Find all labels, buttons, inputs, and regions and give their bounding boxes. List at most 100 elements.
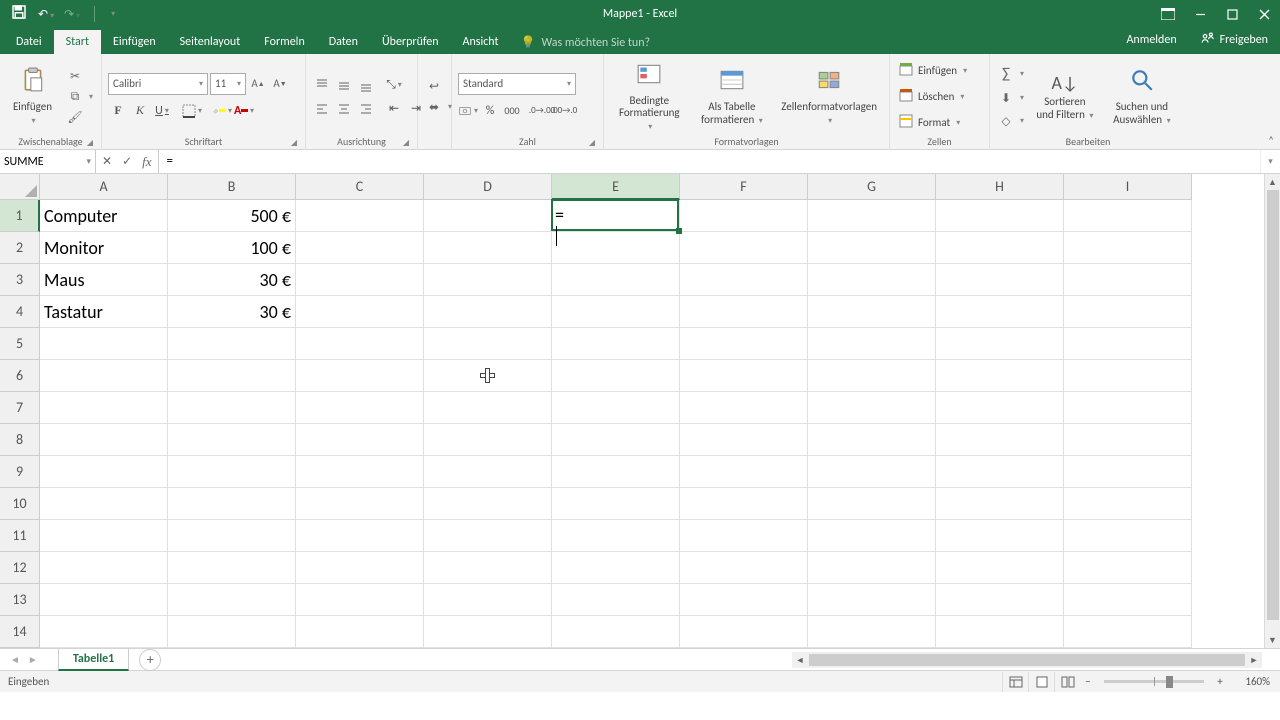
row-header-2[interactable]: 2 xyxy=(0,232,40,264)
cell-H6[interactable] xyxy=(936,360,1064,392)
cell-F11[interactable] xyxy=(680,520,808,552)
align-top-button[interactable] xyxy=(312,75,332,95)
cell-F13[interactable] xyxy=(680,584,808,616)
cell-C6[interactable] xyxy=(296,360,424,392)
number-dialog-launcher[interactable]: ◢ xyxy=(589,138,595,148)
col-header-C[interactable]: C xyxy=(296,174,424,200)
cell-B11[interactable] xyxy=(168,520,296,552)
cell-D5[interactable] xyxy=(424,328,552,360)
cell-C10[interactable] xyxy=(296,488,424,520)
cell-E5[interactable] xyxy=(552,328,680,360)
delete-cells-button[interactable]: Löschen ▾ xyxy=(896,87,969,107)
cell-A11[interactable] xyxy=(40,520,168,552)
col-header-H[interactable]: H xyxy=(936,174,1064,200)
cell-C13[interactable] xyxy=(296,584,424,616)
ribbon-display-options-icon[interactable] xyxy=(1152,0,1184,28)
cell-I8[interactable] xyxy=(1064,424,1192,456)
horizontal-scrollbar[interactable]: ◄ ► xyxy=(792,652,1262,668)
row-header-8[interactable]: 8 xyxy=(0,424,40,456)
cell-H3[interactable] xyxy=(936,264,1064,296)
cell-C7[interactable] xyxy=(296,392,424,424)
scroll-right-button[interactable]: ► xyxy=(1246,655,1262,666)
cell-G5[interactable] xyxy=(808,328,936,360)
tab-start[interactable]: Start xyxy=(54,30,101,54)
col-header-A[interactable]: A xyxy=(40,174,168,200)
cell-I6[interactable] xyxy=(1064,360,1192,392)
vertical-scrollbar[interactable]: ▲ ▼ xyxy=(1264,174,1280,648)
cell-B6[interactable] xyxy=(168,360,296,392)
cell-F4[interactable] xyxy=(680,296,808,328)
cell-D2[interactable] xyxy=(424,232,552,264)
cell-I5[interactable] xyxy=(1064,328,1192,360)
copy-button[interactable]: ⧉▾ xyxy=(65,89,95,105)
cell-I12[interactable] xyxy=(1064,552,1192,584)
font-dialog-launcher[interactable]: ◢ xyxy=(291,138,297,148)
cell-I1[interactable] xyxy=(1064,200,1192,232)
cell-C3[interactable] xyxy=(296,264,424,296)
cell-C14[interactable] xyxy=(296,616,424,648)
cell-E9[interactable] xyxy=(552,456,680,488)
vscroll-thumb[interactable] xyxy=(1267,190,1279,620)
cell-D7[interactable] xyxy=(424,392,552,424)
row-header-4[interactable]: 4 xyxy=(0,296,40,328)
cell-E13[interactable] xyxy=(552,584,680,616)
cell-G13[interactable] xyxy=(808,584,936,616)
expand-formula-bar-button[interactable]: ▾ xyxy=(1260,150,1280,173)
number-format-combo[interactable]: Standard ▾ xyxy=(458,73,576,95)
cell-B8[interactable] xyxy=(168,424,296,456)
cell-I10[interactable] xyxy=(1064,488,1192,520)
decrease-font-button[interactable]: A▼ xyxy=(270,74,290,94)
cell-F6[interactable] xyxy=(680,360,808,392)
cell-B7[interactable] xyxy=(168,392,296,424)
comma-format-button[interactable]: 000 xyxy=(502,101,522,121)
row-header-9[interactable]: 9 xyxy=(0,456,40,488)
col-header-I[interactable]: I xyxy=(1064,174,1192,200)
cell-F1[interactable] xyxy=(680,200,808,232)
cell-E2[interactable] xyxy=(552,232,680,264)
cell-B2[interactable]: 100 € xyxy=(168,232,296,264)
cell-H12[interactable] xyxy=(936,552,1064,584)
percent-format-button[interactable]: % xyxy=(480,101,500,121)
autosum-button[interactable]: ∑▾ xyxy=(996,64,1026,84)
cell-H5[interactable] xyxy=(936,328,1064,360)
italic-button[interactable]: K xyxy=(130,101,150,121)
cell-A3[interactable]: Maus xyxy=(40,264,168,296)
cell-A7[interactable] xyxy=(40,392,168,424)
cell-H1[interactable] xyxy=(936,200,1064,232)
select-all-corner[interactable] xyxy=(0,174,40,200)
font-size-combo[interactable]: 11▾ xyxy=(210,73,246,95)
cell-D8[interactable] xyxy=(424,424,552,456)
cell-E10[interactable] xyxy=(552,488,680,520)
cut-button[interactable]: ✂ xyxy=(65,68,95,85)
cell-D4[interactable] xyxy=(424,296,552,328)
clear-button[interactable]: ◇▾ xyxy=(996,113,1026,130)
row-header-12[interactable]: 12 xyxy=(0,552,40,584)
increase-decimal-button[interactable]: .0→.00 xyxy=(532,101,552,121)
col-header-F[interactable]: F xyxy=(680,174,808,200)
close-button[interactable] xyxy=(1248,0,1280,28)
tab-review[interactable]: Überprüfen xyxy=(370,30,451,54)
add-sheet-button[interactable]: + xyxy=(139,649,161,671)
cell-E7[interactable] xyxy=(552,392,680,424)
row-header-5[interactable]: 5 xyxy=(0,328,40,360)
cell-F3[interactable] xyxy=(680,264,808,296)
zoom-in-button[interactable]: + xyxy=(1212,675,1228,688)
accounting-format-button[interactable]: ▾ xyxy=(458,101,478,121)
align-center-button[interactable] xyxy=(334,99,354,119)
borders-button[interactable]: ▾ xyxy=(182,101,202,121)
cell-A6[interactable] xyxy=(40,360,168,392)
merge-center-button[interactable]: ⬌▾ xyxy=(424,99,454,116)
col-header-D[interactable]: D xyxy=(424,174,552,200)
tab-insert[interactable]: Einfügen xyxy=(101,30,168,54)
cell-C8[interactable] xyxy=(296,424,424,456)
bold-button[interactable]: F xyxy=(108,101,128,121)
cell-B13[interactable] xyxy=(168,584,296,616)
row-header-10[interactable]: 10 xyxy=(0,488,40,520)
cell-H14[interactable] xyxy=(936,616,1064,648)
cell-E6[interactable] xyxy=(552,360,680,392)
cell-E3[interactable] xyxy=(552,264,680,296)
col-header-B[interactable]: B xyxy=(168,174,296,200)
scroll-left-button[interactable]: ◄ xyxy=(792,655,808,666)
format-cells-button[interactable]: Format ▾ xyxy=(896,113,969,133)
cell-I11[interactable] xyxy=(1064,520,1192,552)
